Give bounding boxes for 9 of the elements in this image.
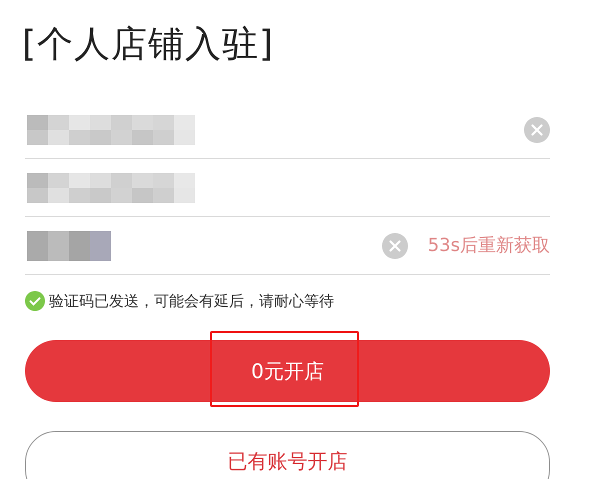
clear-icon[interactable] [382, 232, 408, 258]
open-store-button[interactable]: 0元开店 [25, 340, 550, 402]
clear-icon[interactable] [524, 116, 550, 142]
input-field[interactable]: 53s后重新获取 [25, 217, 550, 275]
notice-text: 验证码已发送，可能会有延后，请耐心等待 [49, 291, 334, 312]
page-title: [个人店铺入驻] [22, 23, 276, 67]
resend-countdown[interactable]: 53s后重新获取 [428, 232, 550, 259]
login-button[interactable]: 已有账号开店 [25, 430, 550, 479]
check-icon [25, 291, 45, 312]
